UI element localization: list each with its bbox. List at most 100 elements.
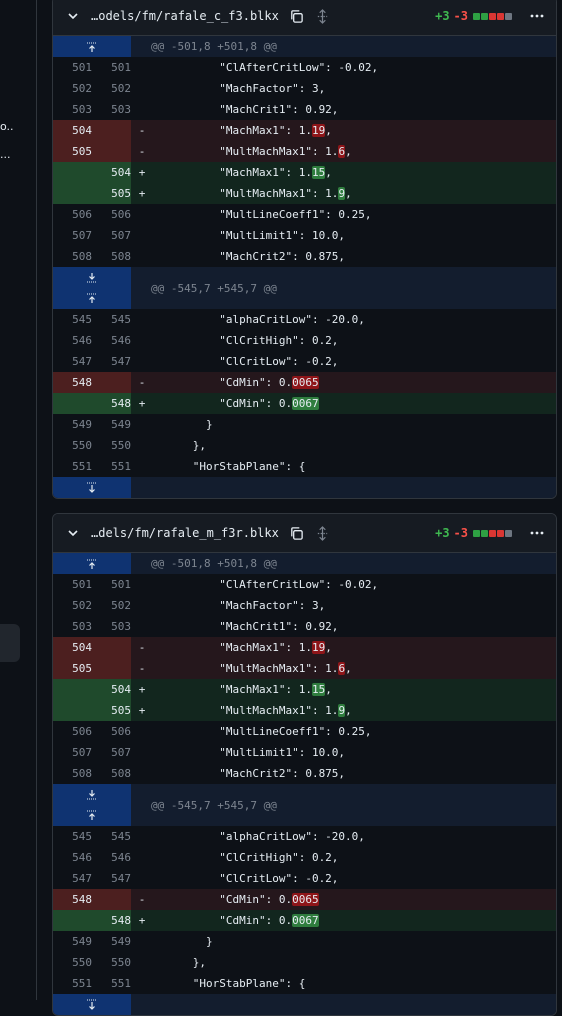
new-line-number[interactable] <box>92 372 131 393</box>
expand-lines-button[interactable] <box>53 477 131 498</box>
context-line: 501 501 "ClAfterCritLow": -0.02, <box>53 57 556 78</box>
expand-up-icon[interactable] <box>53 553 131 574</box>
new-line-number[interactable]: 503 <box>92 616 131 637</box>
copy-icon[interactable] <box>289 525 305 541</box>
expand-lines-button[interactable] <box>53 553 131 574</box>
new-line-number[interactable]: 504 <box>92 679 131 700</box>
new-line-number[interactable]: 503 <box>92 99 131 120</box>
old-line-number[interactable]: 550 <box>53 952 92 973</box>
expand-up-icon[interactable] <box>53 36 131 57</box>
file-name[interactable]: …odels/fm/rafale_c_f3.blkx <box>91 9 279 23</box>
old-line-number[interactable]: 550 <box>53 435 92 456</box>
new-line-number[interactable]: 505 <box>92 183 131 204</box>
new-line-number[interactable]: 507 <box>92 225 131 246</box>
old-line-number[interactable]: 507 <box>53 742 92 763</box>
old-line-number[interactable]: 545 <box>53 309 92 330</box>
new-line-number[interactable]: 547 <box>92 868 131 889</box>
new-line-number[interactable]: 546 <box>92 847 131 868</box>
expand-down-icon[interactable] <box>53 994 131 1015</box>
old-line-number[interactable] <box>53 162 92 183</box>
old-line-number[interactable]: 551 <box>53 456 92 477</box>
new-line-number[interactable]: 505 <box>92 700 131 721</box>
old-line-number[interactable]: 504 <box>53 637 92 658</box>
old-line-number[interactable]: 547 <box>53 868 92 889</box>
old-line-number[interactable] <box>53 183 92 204</box>
expand-lines-button[interactable] <box>53 784 131 826</box>
new-line-number[interactable] <box>92 889 131 910</box>
old-line-number[interactable]: 551 <box>53 973 92 994</box>
chevron-down-icon[interactable] <box>65 525 81 541</box>
expand-down-icon[interactable] <box>53 477 131 498</box>
code-segment: "CdMin": 0. <box>153 893 293 906</box>
new-line-number[interactable]: 545 <box>92 826 131 847</box>
new-line-number[interactable]: 508 <box>92 763 131 784</box>
new-line-number[interactable] <box>92 120 131 141</box>
old-line-number[interactable]: 508 <box>53 763 92 784</box>
old-line-number[interactable]: 506 <box>53 204 92 225</box>
old-line-number[interactable] <box>53 679 92 700</box>
new-line-number[interactable]: 506 <box>92 204 131 225</box>
old-line-number[interactable]: 505 <box>53 141 92 162</box>
new-line-number[interactable]: 550 <box>92 952 131 973</box>
old-line-number[interactable]: 547 <box>53 351 92 372</box>
new-line-number[interactable]: 501 <box>92 574 131 595</box>
new-line-number[interactable]: 501 <box>92 57 131 78</box>
old-line-number[interactable]: 507 <box>53 225 92 246</box>
new-line-number[interactable]: 548 <box>92 393 131 414</box>
copy-icon[interactable] <box>289 8 305 24</box>
old-line-number[interactable]: 506 <box>53 721 92 742</box>
old-line-number[interactable]: 549 <box>53 931 92 952</box>
new-line-number[interactable] <box>92 637 131 658</box>
old-line-number[interactable] <box>53 393 92 414</box>
old-line-number[interactable]: 508 <box>53 246 92 267</box>
old-line-number[interactable]: 548 <box>53 372 92 393</box>
kebab-menu-icon[interactable] <box>526 522 548 544</box>
expand-all-icon[interactable] <box>315 8 331 24</box>
chevron-down-icon[interactable] <box>65 8 81 24</box>
old-line-number[interactable]: 505 <box>53 658 92 679</box>
old-line-number[interactable]: 502 <box>53 78 92 99</box>
old-line-number[interactable]: 546 <box>53 847 92 868</box>
new-line-number[interactable] <box>92 658 131 679</box>
expand-lines-button[interactable] <box>53 994 131 1015</box>
old-line-number[interactable] <box>53 700 92 721</box>
context-line: 546 546 "ClCritHigh": 0.2, <box>53 847 556 868</box>
old-line-number[interactable]: 548 <box>53 889 92 910</box>
old-line-number[interactable]: 503 <box>53 99 92 120</box>
new-line-number[interactable]: 551 <box>92 456 131 477</box>
expand-up-icon[interactable] <box>53 288 131 308</box>
sidebar-active-item[interactable] <box>0 624 20 662</box>
new-line-number[interactable]: 547 <box>92 351 131 372</box>
new-line-number[interactable]: 507 <box>92 742 131 763</box>
expand-down-icon[interactable] <box>53 268 131 288</box>
new-line-number[interactable]: 502 <box>92 595 131 616</box>
kebab-menu-icon[interactable] <box>526 5 548 27</box>
expand-all-icon[interactable] <box>315 525 331 541</box>
new-line-number[interactable] <box>92 141 131 162</box>
old-line-number[interactable]: 545 <box>53 826 92 847</box>
expand-lines-button[interactable] <box>53 267 131 309</box>
new-line-number[interactable]: 504 <box>92 162 131 183</box>
new-line-number[interactable]: 506 <box>92 721 131 742</box>
new-line-number[interactable]: 546 <box>92 330 131 351</box>
old-line-number[interactable]: 502 <box>53 595 92 616</box>
old-line-number[interactable]: 501 <box>53 574 92 595</box>
old-line-number[interactable]: 503 <box>53 616 92 637</box>
old-line-number[interactable] <box>53 910 92 931</box>
new-line-number[interactable]: 508 <box>92 246 131 267</box>
new-line-number[interactable]: 548 <box>92 910 131 931</box>
new-line-number[interactable]: 549 <box>92 931 131 952</box>
old-line-number[interactable]: 504 <box>53 120 92 141</box>
expand-lines-button[interactable] <box>53 36 131 57</box>
new-line-number[interactable]: 549 <box>92 414 131 435</box>
old-line-number[interactable]: 501 <box>53 57 92 78</box>
expand-up-icon[interactable] <box>53 805 131 825</box>
old-line-number[interactable]: 546 <box>53 330 92 351</box>
old-line-number[interactable]: 549 <box>53 414 92 435</box>
expand-down-icon[interactable] <box>53 785 131 805</box>
new-line-number[interactable]: 502 <box>92 78 131 99</box>
new-line-number[interactable]: 550 <box>92 435 131 456</box>
new-line-number[interactable]: 551 <box>92 973 131 994</box>
new-line-number[interactable]: 545 <box>92 309 131 330</box>
file-name[interactable]: …dels/fm/rafale_m_f3r.blkx <box>91 526 279 540</box>
